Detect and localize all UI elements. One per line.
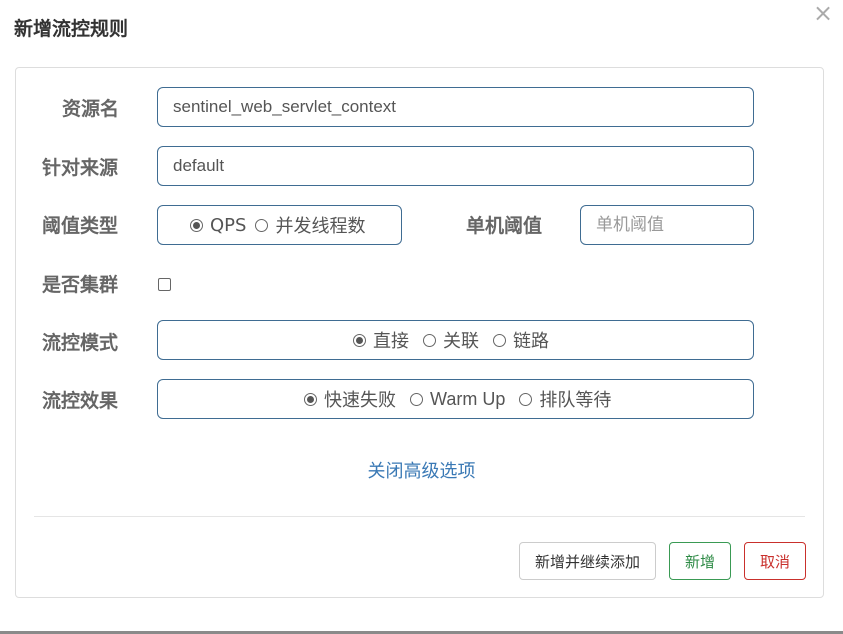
toggle-advanced-link[interactable]: 关闭高级选项: [0, 457, 843, 483]
radio-checked-icon[interactable]: [353, 333, 366, 347]
radio-qps-label: QPS: [210, 214, 247, 236]
flow-effect-label: 流控效果: [42, 390, 119, 412]
footer-divider: [34, 516, 805, 517]
radio-warm-up[interactable]: Warm Up: [410, 389, 505, 410]
radio-chain-label: 链路: [513, 331, 549, 352]
dialog-title: 新增流控规则: [14, 18, 129, 40]
radio-unchecked-icon[interactable]: [255, 218, 269, 232]
single-threshold-label: 单机阈值: [466, 215, 543, 237]
origin-value: default: [173, 156, 225, 175]
resource-label: 资源名: [62, 98, 120, 120]
radio-queue-label: 排队等待: [539, 390, 612, 411]
radio-direct-label: 直接: [373, 331, 409, 352]
threshold-type-group: QPS 并发线程数: [157, 205, 402, 245]
radio-unchecked-icon[interactable]: [423, 333, 436, 347]
flow-mode-group: 直接 关联 链路: [157, 320, 754, 360]
radio-checked-icon[interactable]: [190, 218, 203, 232]
radio-relate-label: 关联: [443, 331, 479, 352]
resource-input[interactable]: sentinel_web_servlet_context: [157, 87, 754, 127]
radio-queue[interactable]: 排队等待: [519, 386, 611, 412]
radio-warm-up-label: Warm Up: [430, 388, 506, 409]
add-button[interactable]: 新增: [669, 542, 731, 580]
single-threshold-input[interactable]: 单机阈值: [580, 205, 754, 245]
single-threshold-placeholder: 单机阈值: [596, 215, 664, 234]
origin-input[interactable]: default: [157, 146, 754, 186]
radio-threads[interactable]: 并发线程数: [255, 212, 365, 238]
radio-unchecked-icon[interactable]: [493, 333, 506, 347]
cancel-button[interactable]: 取消: [744, 542, 806, 580]
radio-checked-icon[interactable]: [304, 392, 317, 406]
add-continue-button[interactable]: 新增并继续添加: [519, 542, 656, 580]
origin-label: 针对来源: [42, 157, 119, 179]
cluster-checkbox[interactable]: [158, 278, 171, 291]
radio-fast-fail[interactable]: 快速失败: [304, 386, 396, 412]
radio-unchecked-icon[interactable]: [410, 392, 423, 406]
radio-fast-fail-label: 快速失败: [324, 390, 396, 411]
radio-relate[interactable]: 关联: [423, 327, 479, 353]
radio-chain[interactable]: 链路: [493, 327, 549, 353]
resource-value: sentinel_web_servlet_context: [173, 97, 397, 116]
flow-mode-label: 流控模式: [42, 332, 119, 354]
threshold-type-label: 阈值类型: [42, 215, 119, 237]
radio-unchecked-icon[interactable]: [519, 392, 533, 406]
close-icon[interactable]: ×: [813, 0, 833, 26]
cluster-label: 是否集群: [42, 274, 119, 296]
radio-direct[interactable]: 直接: [353, 327, 409, 353]
flow-effect-group: 快速失败 Warm Up 排队等待: [157, 379, 754, 419]
radio-qps[interactable]: QPS: [190, 215, 246, 236]
radio-threads-label: 并发线程数: [275, 216, 366, 237]
